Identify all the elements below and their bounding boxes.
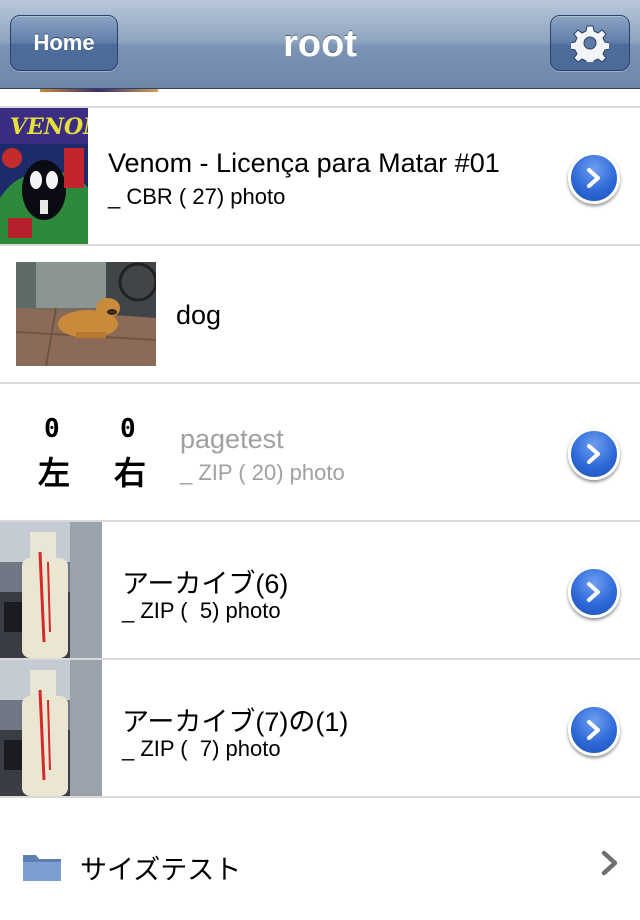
bottle-photo-thumbnail [0, 660, 102, 796]
detail-disclosure-icon [587, 582, 600, 602]
item-title: アーカイブ(6) [122, 569, 289, 599]
thumbnail [40, 89, 158, 92]
list-item[interactable]: dog [0, 246, 640, 384]
home-button-label: Home [33, 30, 95, 55]
gear-icon [571, 25, 609, 62]
settings-button[interactable] [550, 15, 630, 71]
folder-icon [23, 855, 61, 881]
item-title: dog [176, 300, 222, 330]
detail-disclosure-button[interactable] [568, 428, 620, 480]
item-title: サイズテスト [80, 855, 242, 885]
bottle-photo-thumbnail [0, 522, 102, 658]
thumbnail-left-number: 0 [44, 414, 60, 444]
thumbnail-left-kanji: 左 [38, 455, 71, 491]
item-subtitle: _ ZIP ( 5) photo [122, 598, 281, 623]
item-subtitle: _ CBR ( 27) photo [108, 184, 286, 209]
detail-disclosure-icon [587, 168, 600, 188]
home-button[interactable]: Home [10, 15, 118, 71]
page-title: root [283, 23, 357, 65]
navigation-bar: Home root [0, 0, 640, 89]
pagetest-thumbnail: 0 左 0 右 [28, 414, 158, 494]
list-item-folder[interactable]: サイズテスト [0, 798, 640, 920]
item-title: Venom - Licença para Matar #01 [108, 148, 500, 178]
thumbnail-right-kanji: 右 [114, 455, 147, 491]
detail-disclosure-button[interactable] [568, 704, 620, 756]
item-title: pagetest [180, 424, 284, 454]
item-subtitle: _ ZIP ( 7) photo [122, 736, 281, 761]
list-item[interactable]: アーカイブ(6) _ ZIP ( 5) photo [0, 522, 640, 660]
list-item[interactable]: VENOM Venom - Licença para Matar #01 _ C… [0, 108, 640, 246]
detail-disclosure-button[interactable] [568, 152, 620, 204]
svg-text:VENOM: VENOM [10, 114, 88, 140]
list-item[interactable]: 0 左 0 右 pagetest _ ZIP ( 20) photo [0, 384, 640, 522]
item-title: アーカイブ(7)の(1) [122, 707, 349, 737]
list-item-partial [0, 89, 640, 108]
chevron-right-icon [601, 850, 618, 876]
dog-photo-thumbnail [16, 262, 156, 366]
detail-disclosure-icon [587, 720, 600, 740]
detail-disclosure-icon [587, 444, 600, 464]
thumbnail-right-number: 0 [120, 414, 136, 444]
item-subtitle: _ ZIP ( 20) photo [180, 460, 345, 485]
detail-disclosure-button[interactable] [568, 566, 620, 618]
comic-cover-thumbnail: VENOM [0, 108, 88, 244]
list-item[interactable]: アーカイブ(7)の(1) _ ZIP ( 7) photo [0, 660, 640, 798]
